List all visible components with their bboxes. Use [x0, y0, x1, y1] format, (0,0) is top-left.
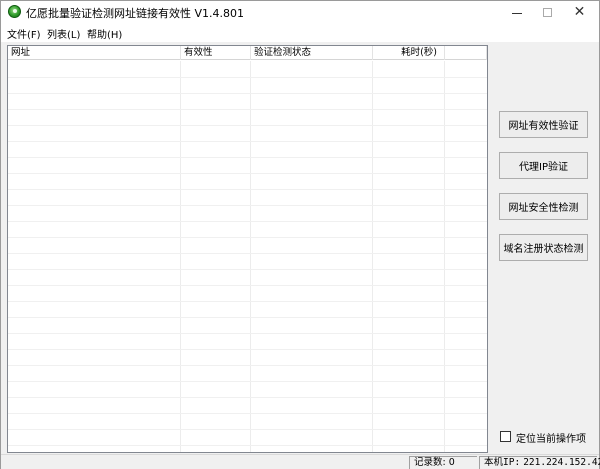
menu-help[interactable]: 帮助(H) — [87, 26, 122, 41]
status-bar: 记录数: 0 本机IP: 221.224.152.42 — [1, 454, 600, 469]
column-header-validity[interactable]: 有效性 — [181, 46, 251, 60]
app-logo-icon — [8, 5, 21, 18]
grid-line — [8, 189, 487, 190]
grid-line — [8, 77, 487, 78]
grid-line — [8, 205, 487, 206]
url-security-check-button[interactable]: 网址安全性检测 — [499, 193, 588, 220]
grid-line — [444, 61, 445, 452]
grid-line — [372, 61, 373, 452]
proxy-ip-validate-button[interactable]: 代理IP验证 — [499, 152, 588, 179]
minimize-button[interactable] — [501, 1, 532, 23]
window-title: 亿愿批量验证检测网址链接有效性 V1.4.801 — [26, 7, 245, 20]
domain-registration-check-button[interactable]: 域名注册状态检测 — [499, 234, 588, 261]
grid-line — [8, 253, 487, 254]
grid-line — [8, 333, 487, 334]
record-count-value: 0 — [448, 457, 455, 468]
title-bar[interactable]: 亿愿批量验证检测网址链接有效性 V1.4.801 ✕ — [1, 1, 599, 23]
grid-line — [8, 157, 487, 158]
grid-line — [8, 237, 487, 238]
close-icon: ✕ — [573, 4, 586, 20]
grid-line — [8, 141, 487, 142]
grid-line — [8, 317, 487, 318]
maximize-button[interactable] — [532, 1, 563, 23]
local-ip-label: 本机IP: — [484, 457, 521, 468]
grid-line — [8, 221, 487, 222]
grid-line — [8, 125, 487, 126]
close-button[interactable]: ✕ — [564, 1, 595, 23]
list-header: 网址 有效性 验证检测状态 耗时(秒) — [8, 46, 487, 60]
record-count-label: 记录数: — [414, 457, 446, 468]
app-window: 亿愿批量验证检测网址链接有效性 V1.4.801 ✕ 文件(F) 列表(L) 帮… — [0, 0, 600, 469]
grid-line — [180, 61, 181, 452]
local-ip-value: 221.224.152.42 — [523, 457, 600, 468]
menu-bar: 文件(F) 列表(L) 帮助(H) — [1, 23, 599, 42]
grid-line — [8, 397, 487, 398]
validate-url-button[interactable]: 网址有效性验证 — [499, 111, 588, 138]
grid-line — [8, 381, 487, 382]
minimize-icon — [511, 12, 522, 14]
column-header-extra[interactable] — [445, 46, 487, 60]
grid-line — [8, 365, 487, 366]
list-body[interactable] — [8, 61, 487, 452]
column-header-elapsed[interactable]: 耗时(秒) — [373, 46, 445, 60]
column-header-check-status[interactable]: 验证检测状态 — [251, 46, 373, 60]
url-list-view[interactable]: 网址 有效性 验证检测状态 耗时(秒) — [7, 45, 488, 453]
locate-current-label: 定位当前操作项 — [516, 434, 586, 445]
local-ip-panel: 本机IP: 221.224.152.42 — [479, 456, 600, 469]
maximize-icon — [543, 7, 552, 17]
grid-line — [8, 445, 487, 446]
column-header-url[interactable]: 网址 — [8, 46, 181, 60]
grid-line — [8, 301, 487, 302]
grid-line — [8, 93, 487, 94]
grid-line — [8, 429, 487, 430]
grid-line — [8, 413, 487, 414]
locate-current-checkbox[interactable] — [500, 431, 511, 442]
grid-line — [8, 269, 487, 270]
record-count-panel: 记录数: 0 — [409, 456, 477, 469]
menu-list[interactable]: 列表(L) — [47, 26, 80, 41]
grid-line — [8, 349, 487, 350]
grid-line — [8, 109, 487, 110]
grid-line — [8, 285, 487, 286]
grid-line — [8, 173, 487, 174]
grid-line — [250, 61, 251, 452]
menu-file[interactable]: 文件(F) — [7, 26, 41, 41]
